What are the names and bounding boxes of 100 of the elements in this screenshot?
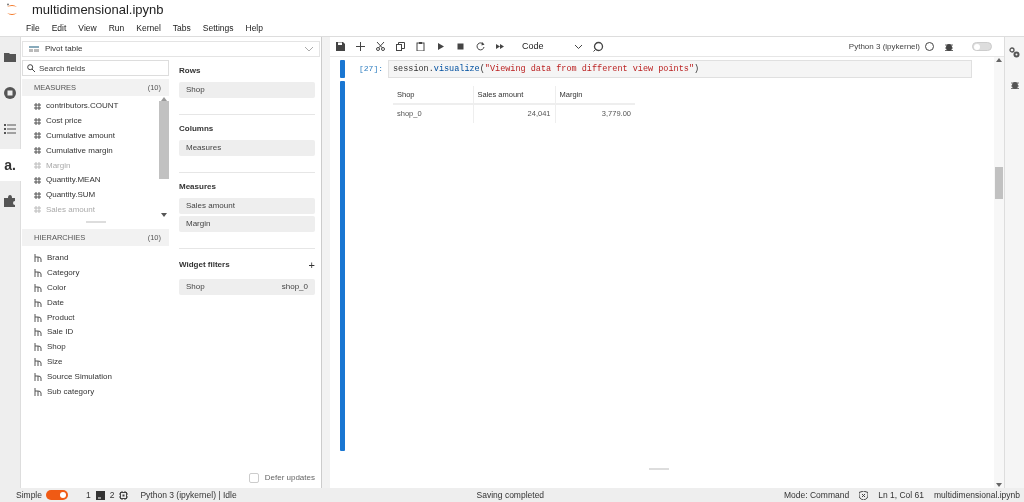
hash-icon <box>34 102 41 110</box>
debugger-toggle[interactable] <box>972 42 992 51</box>
hierarchy-item[interactable]: Sub category <box>22 384 169 399</box>
kernel-name[interactable]: Python 3 (ipykernel) <box>848 40 920 53</box>
hierarchy-icon <box>34 387 42 396</box>
mode-label: Simple <box>16 488 42 502</box>
stop-icon[interactable] <box>456 42 465 51</box>
bug-icon[interactable] <box>1010 80 1019 89</box>
menu-item[interactable]: Kernel <box>136 21 161 35</box>
circle-icon[interactable] <box>593 41 604 52</box>
hierarchy-item[interactable]: Product <box>22 310 169 325</box>
field-chip[interactable]: Sales amount <box>179 198 315 214</box>
menu-item[interactable]: View <box>78 21 97 35</box>
terminal-count: 1 <box>86 488 91 502</box>
measure-item[interactable]: Cumulative margin <box>22 143 159 159</box>
search-icon <box>27 64 35 72</box>
filter-value: shop_0 <box>281 280 308 293</box>
filter-chip[interactable]: Shop shop_0 <box>179 278 315 295</box>
field-chip[interactable]: Measures <box>179 140 315 156</box>
section-title: Columns <box>179 123 215 135</box>
cell-prompt: [27]: <box>358 63 384 75</box>
fast-forward-icon[interactable] <box>496 42 505 51</box>
section-title: Measures <box>179 181 217 193</box>
atoti-logo[interactable]: a. <box>0 149 21 181</box>
filter-field: Shop <box>186 280 205 293</box>
hash-icon <box>34 191 41 199</box>
scroll-down-icon[interactable] <box>161 213 167 218</box>
field-chip[interactable]: Margin <box>179 216 315 232</box>
hierarchy-icon <box>34 328 42 337</box>
menu-item[interactable]: Tabs <box>172 21 191 35</box>
measure-item[interactable]: Quantity.MEAN <box>22 173 159 188</box>
hierarchy-item[interactable]: Brand <box>22 251 169 266</box>
hierarchy-icon <box>34 284 42 292</box>
resize-handle[interactable] <box>648 468 669 470</box>
measure-item[interactable]: Cost price <box>22 113 159 129</box>
menu-item[interactable]: Help <box>245 21 263 35</box>
cell-marker[interactable] <box>340 60 345 78</box>
menu-item[interactable]: File <box>26 21 40 35</box>
search-field[interactable]: Search fields <box>22 60 169 76</box>
code-cell[interactable]: session.visualize("Viewing data from different view points") <box>388 60 972 78</box>
bug-icon[interactable] <box>945 42 953 51</box>
hash-icon <box>34 117 41 125</box>
cut-icon[interactable] <box>376 42 385 51</box>
section-title: Rows <box>179 65 202 77</box>
hierarchy-item[interactable]: Size <box>22 354 169 370</box>
scroll-thumb[interactable] <box>995 167 1003 199</box>
field-chip[interactable]: Shop <box>179 82 315 98</box>
gears-icon[interactable] <box>1009 47 1020 58</box>
simple-mode-toggle[interactable] <box>46 490 68 500</box>
measure-item[interactable]: Quantity.SUM <box>22 187 159 203</box>
add-icon[interactable] <box>356 42 365 51</box>
run-icon[interactable] <box>436 42 445 51</box>
hash-icon <box>34 206 41 214</box>
hash-icon <box>34 147 41 155</box>
hash-icon <box>34 176 41 184</box>
clipboard-icon[interactable] <box>416 42 425 51</box>
hierarchy-icon <box>34 298 42 307</box>
hierarchy-item[interactable]: Date <box>22 295 169 311</box>
kernel-count: 2 <box>109 488 115 502</box>
scroll-thumb[interactable] <box>159 101 169 179</box>
cursor-position: Ln 1, Col 61 <box>878 488 924 502</box>
hierarchy-icon <box>34 254 42 263</box>
save-icon[interactable] <box>336 42 345 51</box>
hash-icon <box>34 162 41 170</box>
checkbox[interactable] <box>248 473 259 483</box>
hierarchy-item[interactable]: Color <box>22 280 169 296</box>
copy-icon[interactable] <box>396 42 405 51</box>
status-message: Saving completed <box>476 488 545 502</box>
kernel-status: Python 3 (ipykernel) | Idle <box>140 488 237 502</box>
add-filter-button[interactable]: + <box>308 257 315 274</box>
cpu-icon[interactable] <box>119 490 129 500</box>
menu-item[interactable]: Settings <box>202 21 234 35</box>
hierarchy-icon <box>34 372 42 381</box>
measure-item[interactable]: contributors.COUNT <box>22 99 159 114</box>
hierarchy-item[interactable]: Category <box>22 265 169 281</box>
shield-icon[interactable] <box>859 490 869 500</box>
menu-item[interactable]: Run <box>108 21 125 35</box>
section-title: Widget filters <box>179 259 230 272</box>
hierarchy-item[interactable]: Shop <box>22 339 169 355</box>
restart-icon[interactable] <box>476 42 485 51</box>
file-name: multidimensional.ipynb <box>934 488 1020 502</box>
terminal-icon[interactable] <box>95 490 105 500</box>
scroll-up-icon[interactable] <box>996 57 1002 62</box>
resize-handle[interactable] <box>85 221 106 223</box>
cell-marker[interactable] <box>340 81 345 451</box>
widget-type-dropdown[interactable]: Pivot table <box>22 41 320 57</box>
app-title: multidimensional.ipynb <box>32 1 164 20</box>
cell-type-dropdown[interactable]: Code <box>522 39 582 54</box>
hierarchy-item[interactable]: Sale ID <box>22 325 169 340</box>
measure-item[interactable]: Cumulative amount <box>22 128 159 144</box>
mode-indicator: Mode: Command <box>783 488 850 502</box>
jupyter-logo <box>6 3 18 17</box>
hierarchy-icon <box>34 313 42 322</box>
table-icon <box>29 46 39 52</box>
caret-icon <box>575 44 582 49</box>
hierarchy-item[interactable]: Source Simulation <box>22 369 169 385</box>
menu-item[interactable]: Edit <box>51 21 67 35</box>
chevron-down-icon <box>305 46 313 52</box>
checkbox-label: Defer updates <box>264 472 315 484</box>
hash-icon <box>34 132 41 140</box>
